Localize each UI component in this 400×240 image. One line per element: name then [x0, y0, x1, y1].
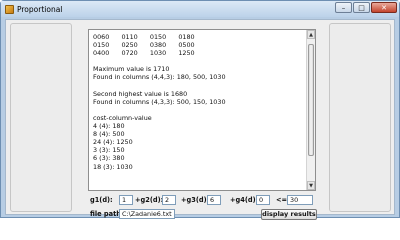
window-controls: – □ ✕: [335, 2, 397, 13]
client-area: 0060 0110 0150 0180 0150 0250 0380 0500 04…: [5, 19, 395, 220]
g2-field[interactable]: 2: [162, 195, 176, 205]
results-line: 4 (4): 180: [93, 122, 125, 131]
limit-field[interactable]: 30: [287, 195, 313, 205]
results-line: Maximum value is 1710: [93, 65, 170, 74]
results-line: [93, 57, 303, 65]
results-line: 0150 0250 0380 0500: [93, 41, 195, 50]
results-line: 0060 0110 0150 0180: [93, 33, 195, 41]
maximize-icon[interactable]: □: [353, 2, 370, 13]
g3-label: +g3(d):: [181, 196, 210, 204]
file-path-field[interactable]: C:\Zadanie6.txt: [119, 209, 175, 219]
title-bar[interactable]: Proportional – □ ✕: [1, 1, 399, 17]
g1-field[interactable]: 1: [119, 195, 133, 205]
results-text: 0060 0110 0150 0180 0150 0250 0380 0500 04…: [93, 33, 303, 190]
minimize-icon[interactable]: –: [335, 2, 352, 13]
g4-field[interactable]: 0: [256, 195, 270, 205]
results-line: Found in columns (4,3,3): 500, 150, 1030: [93, 97, 226, 106]
scroll-thumb[interactable]: [308, 44, 314, 156]
vertical-scrollbar[interactable]: ▲ ▼: [306, 30, 315, 190]
results-line: [93, 82, 303, 90]
close-icon[interactable]: ✕: [371, 2, 397, 13]
results-line: [93, 106, 303, 114]
app-window: Proportional – □ ✕ 0060 0110 0150 0180 01…: [0, 0, 400, 220]
window-title: Proportional: [17, 4, 63, 14]
results-line: 0400 0720 1030 1250: [93, 49, 195, 58]
results-line: 3 (3): 150: [93, 146, 125, 155]
g1-label: g1(d):: [90, 196, 113, 204]
results-line: Second highest value is 1680: [93, 89, 188, 98]
results-line: cost-column-value: [93, 113, 152, 122]
results-line: 8 (4): 500: [93, 130, 125, 139]
results-line: 24 (4): 1250: [93, 138, 133, 147]
g2-label: +g2(d):: [135, 196, 164, 204]
results-line: 6 (3): 380: [93, 154, 125, 163]
results-text-area[interactable]: 0060 0110 0150 0180 0150 0250 0380 0500 04…: [88, 29, 316, 191]
g3-field[interactable]: 6: [207, 195, 221, 205]
right-panel: [329, 23, 391, 212]
left-panel: [10, 23, 72, 212]
display-results-button[interactable]: display results: [261, 209, 317, 220]
results-line: Found in columns (4,4,3): 180, 500, 1030: [93, 73, 226, 82]
g4-label: +g4(d):: [230, 196, 259, 204]
scroll-up-icon[interactable]: ▲: [307, 30, 315, 39]
scroll-down-icon[interactable]: ▼: [307, 181, 315, 190]
results-line: 18 (3): 1030: [93, 162, 133, 171]
limit-label: <=: [276, 196, 288, 204]
app-icon: [5, 4, 14, 14]
